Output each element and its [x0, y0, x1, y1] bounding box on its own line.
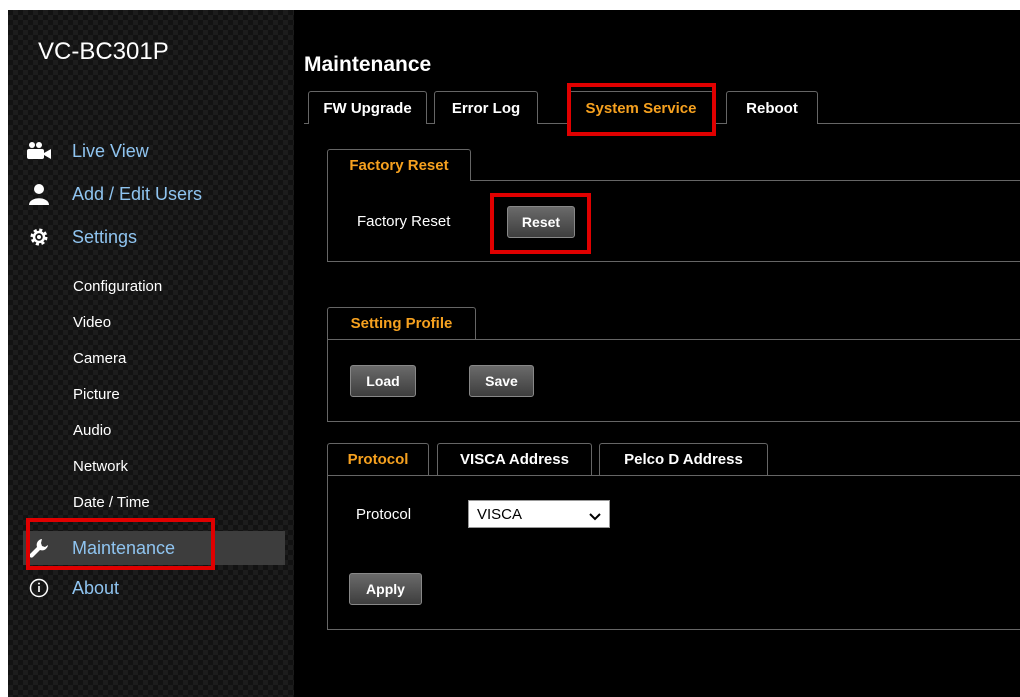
nav-live-view-label: Live View [72, 140, 149, 161]
main-content: Maintenance FW Upgrade Error Log System … [294, 10, 1020, 697]
gear-icon [26, 225, 52, 249]
factory-reset-tab[interactable]: Factory Reset [327, 149, 471, 181]
wrench-icon [26, 536, 52, 560]
apply-button[interactable]: Apply [349, 573, 422, 605]
nav-settings[interactable]: Settings [26, 222, 137, 252]
nav-picture[interactable]: Picture [73, 386, 120, 403]
tab-error-log[interactable]: Error Log [434, 91, 538, 124]
video-camera-icon [26, 139, 52, 163]
setting-profile-panel [327, 339, 1020, 422]
nav-users-label: Add / Edit Users [72, 183, 203, 204]
tab-reboot[interactable]: Reboot [726, 91, 818, 124]
protocol-select[interactable]: VISCA [468, 500, 610, 528]
nav-configuration[interactable]: Configuration [73, 278, 162, 295]
user-icon [26, 182, 52, 206]
pelco-d-address-tab[interactable]: Pelco D Address [599, 443, 768, 475]
tab-fw-upgrade[interactable]: FW Upgrade [308, 91, 427, 124]
page-title: Maintenance [304, 53, 432, 76]
protocol-label: Protocol [356, 506, 412, 523]
nav-maintenance[interactable]: Maintenance [26, 533, 175, 563]
factory-reset-label: Factory Reset [357, 213, 451, 230]
sidebar: VC-BC301P Live View Add / Edit Users Set… [8, 10, 294, 697]
load-button[interactable]: Load [350, 365, 416, 397]
chevron-down-icon [589, 508, 601, 525]
protocol-tab[interactable]: Protocol [327, 443, 429, 475]
protocol-panel [327, 475, 1020, 630]
nav-network[interactable]: Network [73, 458, 128, 475]
info-icon [26, 576, 52, 600]
nav-maintenance-label: Maintenance [72, 537, 176, 558]
tab-system-service[interactable]: System Service [568, 91, 714, 124]
visca-address-tab[interactable]: VISCA Address [437, 443, 592, 475]
nav-about[interactable]: About [26, 573, 119, 603]
nav-video[interactable]: Video [73, 314, 111, 331]
device-model-title: VC-BC301P [38, 38, 169, 65]
nav-camera[interactable]: Camera [73, 350, 126, 367]
nav-date-time[interactable]: Date / Time [73, 494, 150, 511]
setting-profile-tab[interactable]: Setting Profile [327, 307, 476, 339]
nav-audio[interactable]: Audio [73, 422, 111, 439]
nav-users[interactable]: Add / Edit Users [26, 179, 202, 209]
reset-button[interactable]: Reset [507, 206, 575, 238]
nav-about-label: About [72, 577, 120, 598]
nav-settings-label: Settings [72, 226, 138, 247]
save-button[interactable]: Save [469, 365, 534, 397]
nav-live-view[interactable]: Live View [26, 136, 149, 166]
protocol-select-value: VISCA [477, 505, 523, 523]
